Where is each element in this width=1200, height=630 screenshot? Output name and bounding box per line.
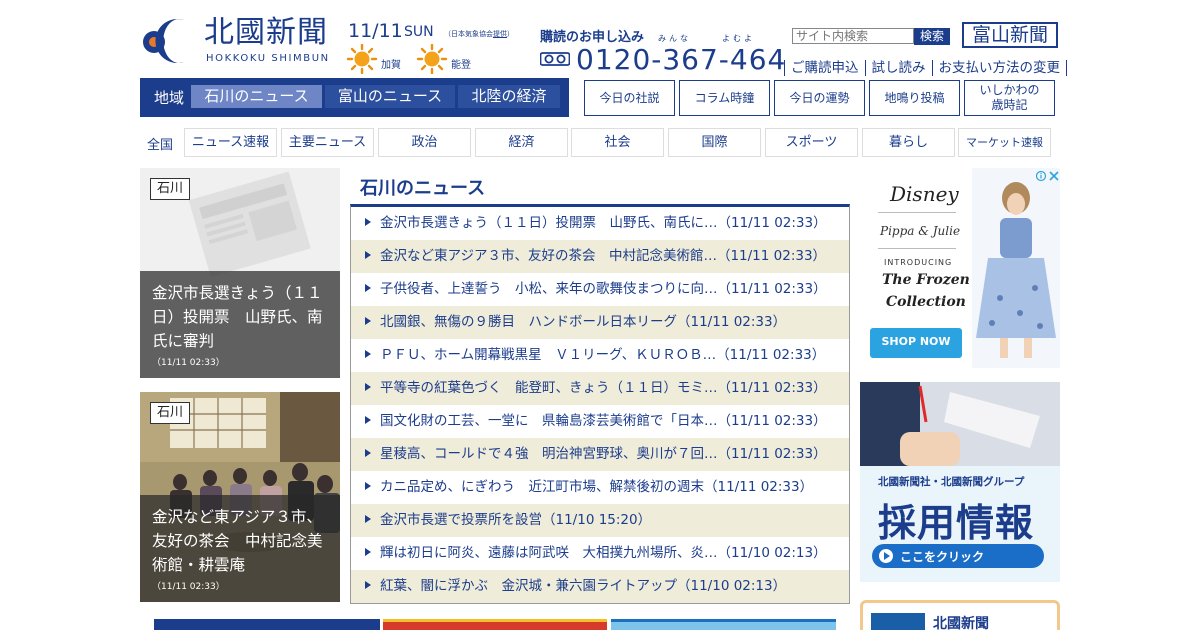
news-item[interactable]: 北國銀、無傷の９勝目 ハンドボール日本リーグ（11/11 02:33） — [351, 306, 849, 339]
ad-brand: Disney — [890, 182, 959, 206]
logo-title: 北國新聞 — [204, 15, 328, 50]
bullet-arrow-icon — [365, 350, 371, 358]
ad-line-2: Collection — [886, 294, 966, 310]
link-trial[interactable]: 試し読み — [864, 60, 932, 76]
search-button[interactable]: 検索 — [914, 28, 950, 45]
ad-subbrand: Pippa & Julie — [880, 224, 961, 238]
bullet-arrow-icon — [365, 416, 371, 424]
bullet-arrow-icon — [365, 581, 371, 589]
tab-market-news[interactable]: マーケット速報 — [958, 128, 1051, 157]
button-fortune[interactable]: 今日の運勢 — [774, 80, 865, 116]
current-weekday: SUN — [404, 24, 434, 40]
photo-story-2[interactable]: 石川 金沢など東アジア３市、友好の茶会 中村記念美術館・耕雲庵 （11/11 0… — [140, 392, 340, 602]
bullet-arrow-icon — [365, 548, 371, 556]
category-all-label: 全国 — [147, 138, 174, 153]
photo-date: （11/11 02:33） — [152, 358, 225, 368]
tab-top-news[interactable]: 主要ニュース — [281, 128, 374, 157]
news-item[interactable]: 紅葉、闇に浮かぶ 金沢城・兼六園ライトアップ（11/10 02:13） — [351, 570, 849, 603]
news-item[interactable]: 輝は初日に阿炎、遠藤は阿武咲 大相撲九州場所、炎…（11/10 02:13） — [351, 537, 849, 570]
tab-international[interactable]: 国際 — [668, 128, 761, 157]
news-item[interactable]: 金沢市長選で投票所を設営（11/10 15:20） — [351, 504, 849, 537]
recruit-ad-title: 採用情報 — [878, 501, 1035, 545]
news-list: 金沢市長選きょう（１１日）投開票 山野氏、南氏に…（11/11 02:33） 金… — [350, 204, 850, 604]
weather-kaga[interactable]: 加賀 — [346, 44, 426, 74]
tab-living[interactable]: 暮らし — [862, 128, 955, 157]
bullet-arrow-icon — [365, 317, 371, 325]
current-date: 11/11 — [348, 20, 403, 42]
bullet-arrow-icon — [365, 284, 371, 292]
region-label: 地域 — [154, 89, 185, 107]
region-tag: 石川 — [150, 178, 191, 200]
ad-recruitment[interactable]: 北國新聞社・北國新聞グループ 採用情報 ここをクリック — [860, 382, 1060, 582]
tab-society[interactable]: 社会 — [571, 128, 664, 157]
sun-icon — [346, 44, 378, 74]
logo-subtitle: HOKKOKU SHIMBUN — [206, 53, 330, 64]
tab-economy[interactable]: 経済 — [475, 128, 568, 157]
photo-title[interactable]: 金沢など東アジア３市、友好の茶会 中村記念美術館・耕雲庵 — [152, 505, 328, 577]
toyama-shimbun-button[interactable]: 富山新聞 — [962, 22, 1058, 48]
button-saijiki[interactable]: いしかわの 歳時記 — [964, 80, 1055, 116]
bullet-arrow-icon — [365, 251, 371, 259]
photo-story-1[interactable]: 石川 金沢市長選きょう（１１日）投開票 山野氏、南氏に審判 （11/11 02:… — [140, 168, 340, 378]
news-item[interactable]: ＰＦＵ、ホーム開幕戦黒星 Ｖ１リーグ、ＫＵＲＯＢ…（11/11 02:33） — [351, 339, 849, 372]
photo-caption: 金沢など東アジア３市、友好の茶会 中村記念美術館・耕雲庵 （11/11 02:3… — [140, 495, 340, 602]
ad-intro: INTRODUCING — [884, 258, 953, 267]
tab-breaking-news[interactable]: ニュース速報 — [184, 128, 277, 157]
bottom-banner-1[interactable] — [154, 619, 380, 630]
bullet-arrow-icon — [365, 383, 371, 391]
bullet-arrow-icon — [365, 515, 371, 523]
link-subscribe[interactable]: ご購読申込 — [784, 60, 865, 76]
news-item[interactable]: 平等寺の紅葉色づく 能登町、きょう（１１日）モミ…（11/11 02:33） — [351, 372, 849, 405]
weather-noto[interactable]: 能登 — [416, 44, 496, 74]
weather-credit-link[interactable]: 提供 — [493, 30, 507, 38]
photo-caption: 金沢市長選きょう（１１日）投開票 山野氏、南氏に審判 （11/11 02:33） — [140, 271, 340, 378]
ad-disney[interactable]: Disney Pippa & Julie INTRODUCING The Fro… — [860, 168, 1060, 368]
logo-mark-icon — [143, 19, 184, 64]
photo-date: （11/11 02:33） — [152, 582, 225, 592]
subscription-links: ご購読申込 試し読み お支払い方法の変更 — [784, 56, 1067, 76]
news-item[interactable]: 金沢市長選きょう（１１日）投開票 山野氏、南氏に…（11/11 02:33） — [351, 207, 849, 240]
subscribe-phone[interactable]: 0120-367-464 — [576, 43, 786, 76]
tab-ishikawa-news[interactable]: 石川のニュース — [191, 85, 322, 108]
sun-icon — [416, 44, 448, 74]
weather-credit: （日本気象協会提供） — [444, 30, 514, 38]
ad-line-1: The Frozen — [882, 272, 970, 288]
recruit-ad-cta[interactable]: ここをクリック — [900, 548, 984, 565]
news-item[interactable]: カニ品定め、にぎわう 近江町市場、解禁後初の週末（11/11 02:33） — [351, 471, 849, 504]
bottom-banner-3[interactable] — [611, 619, 836, 630]
weather-area-label: 能登 — [451, 60, 471, 71]
bottom-banner-2[interactable] — [383, 619, 607, 630]
region-nav: 地域 石川のニュース 富山のニュース 北陸の経済 — [140, 78, 569, 117]
promo-title: 北國新聞 — [933, 616, 989, 630]
button-column-jisho[interactable]: コラム時鐘 — [679, 80, 770, 116]
region-tag: 石川 — [150, 402, 191, 424]
ad-shop-now-button[interactable]: SHOP NOW — [870, 335, 962, 348]
recruit-ad-subtitle: 北國新聞社・北國新聞グループ — [878, 476, 1025, 488]
site-logo[interactable]: 北國新聞 HOKKOKU SHIMBUN — [140, 14, 340, 66]
bullet-arrow-icon — [365, 449, 371, 457]
tab-sports[interactable]: スポーツ — [765, 128, 858, 157]
tab-politics[interactable]: 政治 — [378, 128, 471, 157]
link-payment-change[interactable]: お支払い方法の変更 — [931, 60, 1067, 76]
tab-toyama-news[interactable]: 富山のニュース — [325, 85, 455, 108]
freedial-icon — [540, 52, 570, 66]
adchoices-icon[interactable] — [1036, 170, 1060, 182]
button-editorial[interactable]: 今日の社説 — [584, 80, 675, 116]
weather-area-label: 加賀 — [381, 60, 401, 71]
news-item[interactable]: 星稜高、コールドで４強 明治神宮野球、奥川が７回…（11/11 02:33） — [351, 438, 849, 471]
photo-title[interactable]: 金沢市長選きょう（１１日）投開票 山野氏、南氏に審判 — [152, 281, 328, 353]
site-search-input[interactable] — [792, 28, 914, 44]
news-section-heading: 石川のニュース — [360, 178, 486, 199]
button-reader-posts[interactable]: 地鳴り投稿 — [869, 80, 960, 116]
news-item[interactable]: 国文化財の工芸、一堂に 県輪島漆芸美術館で「日本…（11/11 02:33） — [351, 405, 849, 438]
news-item[interactable]: 金沢など東アジア３市、友好の茶会 中村記念美術館…（11/11 02:33） — [351, 240, 849, 273]
bullet-arrow-icon — [365, 482, 371, 490]
tab-hokuriku-economy[interactable]: 北陸の経済 — [458, 85, 560, 108]
hokkoku-promo-thumbnail — [871, 613, 925, 630]
ad-hokkoku-promo[interactable]: 北國新聞 — [860, 600, 1060, 630]
news-item[interactable]: 子供役者、上達誓う 小松、来年の歌舞伎まつりに向…（11/11 02:33） — [351, 273, 849, 306]
bullet-arrow-icon — [365, 218, 371, 226]
